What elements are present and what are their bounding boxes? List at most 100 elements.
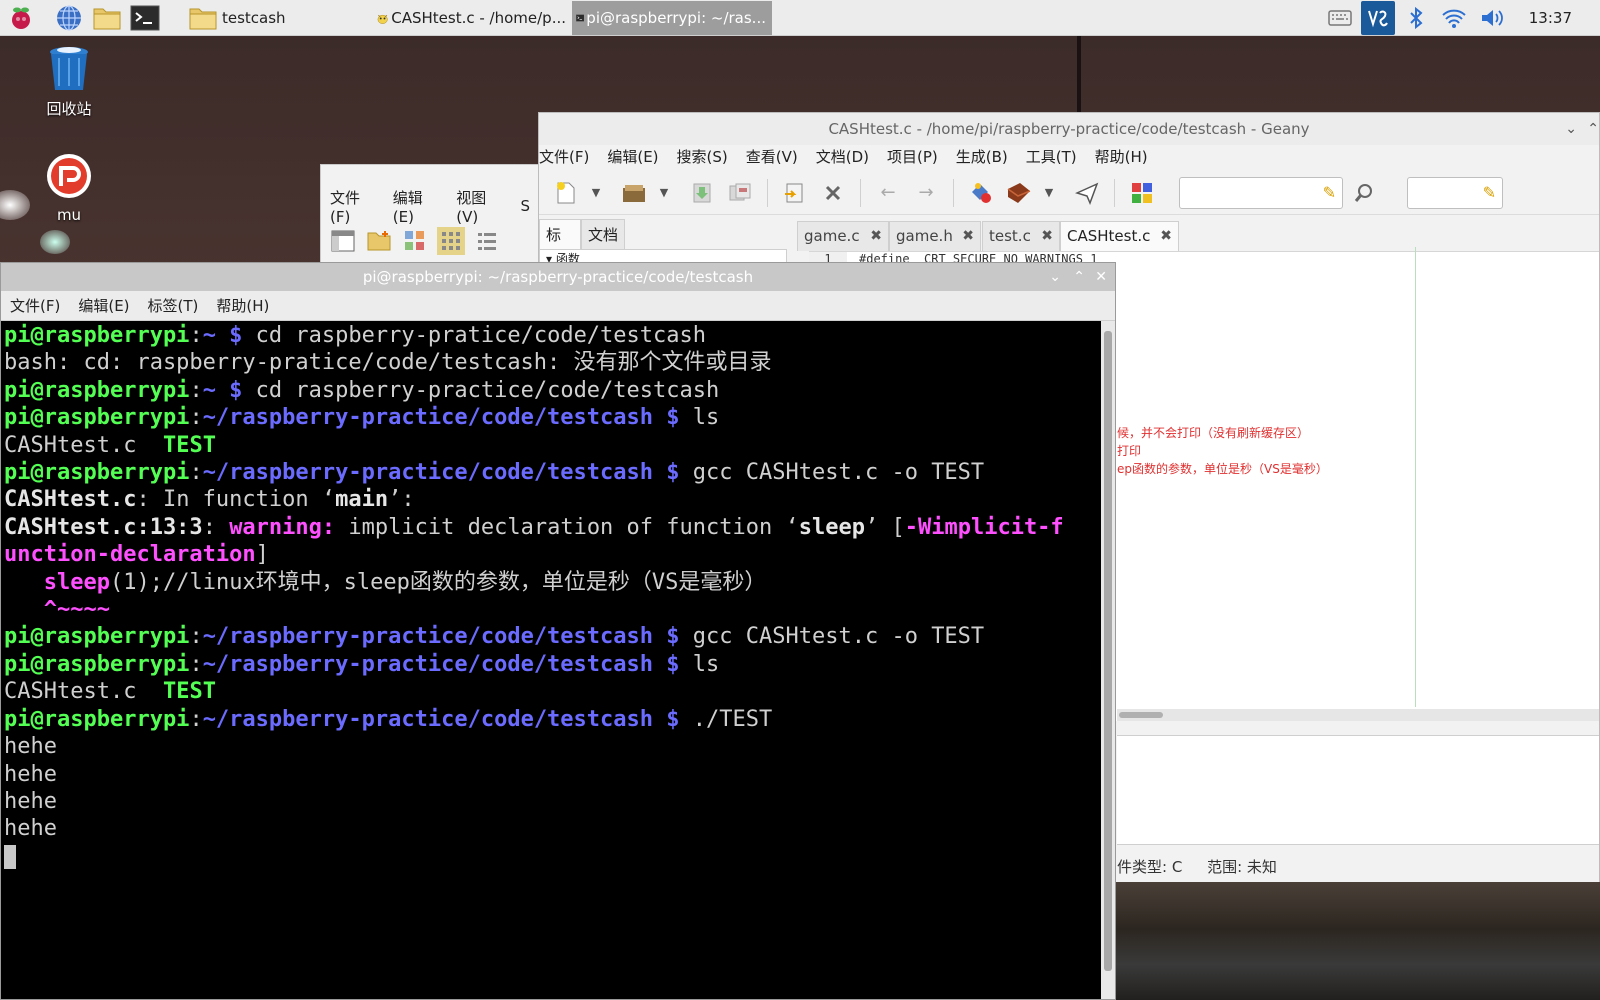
status-scope: 范围: 未知 — [1207, 858, 1277, 876]
wifi-icon[interactable] — [1437, 1, 1471, 35]
bluetooth-icon[interactable] — [1399, 1, 1433, 35]
geany-titlebar: CASHtest.c - /home/pi/raspberry-practice… — [539, 113, 1599, 145]
trash-icon — [50, 47, 88, 90]
revert-icon[interactable] — [778, 176, 812, 210]
geany-menu-view[interactable]: 查看(V) — [737, 146, 807, 167]
clear-search-icon[interactable]: ✎ — [1323, 183, 1336, 202]
geany-menu-help[interactable]: 帮助(H) — [1086, 146, 1157, 167]
fm-menu-edit[interactable]: 编辑(E) — [384, 187, 448, 226]
taskbar: testcash CASHtest.c - /home/p... pi@rasp… — [0, 0, 1600, 36]
taskbar-terminal-label: pi@raspberrypi: ~/ras... — [586, 8, 766, 27]
status-filetype: 件类型: C — [1117, 858, 1183, 876]
tab-symbols[interactable]: 标记 — [539, 219, 581, 274]
geany-menu-file[interactable]: 文件(F) — [539, 146, 598, 167]
terminal-line: CASHtest.c TEST — [4, 679, 216, 705]
open-file-icon[interactable] — [617, 176, 651, 210]
terminal-line — [4, 843, 1098, 870]
folder-icon — [189, 8, 217, 29]
taskbar-terminal-window[interactable]: pi@raspberrypi: ~/ras... — [572, 0, 772, 35]
geany-minimize-button[interactable]: ⌄ — [1565, 113, 1577, 145]
geany-menu-tools[interactable]: 工具(T) — [1017, 146, 1086, 167]
scrollbar-thumb[interactable] — [1119, 712, 1163, 718]
tab-documents[interactable]: 文档 — [581, 219, 625, 249]
volume-icon[interactable] — [1475, 1, 1509, 35]
terminal-line: pi@raspberrypi:~/raspberry-practice/code… — [4, 706, 773, 732]
raspberry-menu-icon[interactable] — [4, 1, 38, 35]
terminal-scrollbar[interactable] — [1101, 321, 1115, 999]
fm-icon-view-icon[interactable] — [437, 227, 465, 255]
code-comment-1: 候，并不会打印（没有刷新缓存区） — [1117, 426, 1310, 440]
build-icon[interactable] — [1002, 176, 1036, 210]
terminal-menubar: 文件(F) 编辑(E) 标签(T) 帮助(H) — [1, 291, 1115, 321]
mu-icon — [47, 154, 91, 198]
clear-goto-icon[interactable]: ✎ — [1483, 183, 1496, 202]
terminal-title: pi@raspberrypi: ~/raspberry-practice/cod… — [362, 268, 754, 286]
fm-panel-icon[interactable] — [329, 227, 357, 255]
geany-tabs-row: 标记 文档 game.c ✖ game.h ✖ test.c ✖ CASHtest.c… — [539, 219, 1599, 274]
close-tab-icon[interactable]: ✖ — [1160, 222, 1172, 250]
search-input[interactable]: ✎ — [1179, 176, 1343, 209]
color-chooser-icon[interactable] — [1125, 176, 1159, 210]
desktop-trash[interactable]: 回收站 — [29, 44, 109, 119]
terminal-line: hehe — [4, 734, 57, 760]
terminal-close-button[interactable]: ✕ — [1095, 263, 1107, 291]
geany-menu-build[interactable]: 生成(B) — [947, 146, 1017, 167]
navigate-back-icon[interactable]: ← — [871, 176, 905, 210]
term-menu-help[interactable]: 帮助(H) — [207, 295, 278, 316]
editor-hscrollbar[interactable] — [1117, 709, 1599, 721]
geany-menu-edit[interactable]: 编辑(E) — [598, 146, 667, 167]
term-menu-file[interactable]: 文件(F) — [1, 295, 69, 316]
terminal-minimize-button[interactable]: ⌄ — [1049, 263, 1061, 291]
taskbar-geany-window[interactable]: CASHtest.c - /home/p... — [372, 1, 572, 35]
navigate-forward-icon[interactable]: → — [909, 176, 943, 210]
scrollbar-thumb[interactable] — [1104, 331, 1112, 971]
save-icon[interactable] — [685, 176, 719, 210]
vnc-icon[interactable] — [1360, 1, 1395, 35]
open-file-dropdown-icon[interactable]: ▼ — [655, 176, 673, 210]
terminal-line: sleep(1);//linux环境中，sleep函数的参数，单位是秒（VS是毫… — [43, 569, 767, 595]
find-icon[interactable] — [1347, 176, 1381, 210]
browser-icon[interactable] — [52, 1, 86, 35]
geany-title: CASHtest.c - /home/pi/raspberry-practice… — [828, 120, 1310, 138]
save-all-icon[interactable] — [723, 176, 757, 210]
terminal-maximize-button[interactable]: ⌃ — [1073, 263, 1085, 291]
new-file-dropdown-icon[interactable]: ▼ — [587, 176, 605, 210]
terminal-launcher-icon[interactable] — [128, 1, 162, 35]
term-menu-edit[interactable]: 编辑(E) — [69, 295, 138, 316]
terminal-line: pi@raspberrypi:~ $ cd raspberry-practice… — [4, 377, 720, 403]
terminal-line: hehe — [4, 761, 57, 787]
fm-list-view-icon[interactable] — [473, 227, 501, 255]
close-file-icon[interactable] — [816, 176, 850, 210]
doc-tab-label: game.c — [804, 227, 860, 245]
geany-menu-search[interactable]: 搜索(S) — [668, 146, 737, 167]
desktop-mu[interactable]: mu — [29, 152, 109, 224]
new-file-icon[interactable] — [549, 176, 583, 210]
fm-menu-more[interactable]: S — [511, 197, 539, 215]
fm-menu-view[interactable]: 视图(V) — [447, 187, 511, 226]
file-manager-icon[interactable] — [90, 1, 124, 35]
doc-tab-game-h[interactable]: game.h ✖ — [889, 221, 981, 251]
goto-line-input[interactable]: ✎ — [1407, 176, 1503, 209]
geany-menu-document[interactable]: 文档(D) — [807, 146, 878, 167]
taskbar-testcash-folder[interactable]: testcash — [182, 1, 372, 35]
term-menu-tabs[interactable]: 标签(T) — [139, 295, 208, 316]
doc-tab-cashtest-c[interactable]: CASHtest.c ✖ — [1060, 221, 1179, 251]
geany-menu-project[interactable]: 项目(P) — [878, 146, 947, 167]
build-dropdown-icon[interactable]: ▼ — [1040, 176, 1058, 210]
geany-icon — [377, 14, 388, 24]
geany-maximize-button[interactable]: ⌃ — [1587, 113, 1599, 145]
close-tab-icon[interactable]: ✖ — [962, 222, 974, 250]
close-tab-icon[interactable]: ✖ — [1041, 222, 1053, 250]
keyboard-icon[interactable] — [1323, 1, 1357, 35]
compile-icon[interactable] — [964, 176, 998, 210]
terminal-output[interactable]: pi@raspberrypi:~ $ cd raspberry-pratice/… — [1, 321, 1101, 999]
editor-margin-line — [1415, 247, 1416, 707]
doc-tab-game-c[interactable]: game.c ✖ — [797, 221, 889, 251]
execute-icon[interactable] — [1070, 176, 1104, 210]
fm-new-folder-icon[interactable] — [365, 227, 393, 255]
fm-menu-file[interactable]: 文件(F) — [321, 187, 384, 226]
close-tab-icon[interactable]: ✖ — [870, 222, 882, 250]
background-light — [40, 230, 70, 254]
fm-thumbnail-view-icon[interactable] — [401, 227, 429, 255]
doc-tab-test-c[interactable]: test.c ✖ — [982, 221, 1060, 251]
